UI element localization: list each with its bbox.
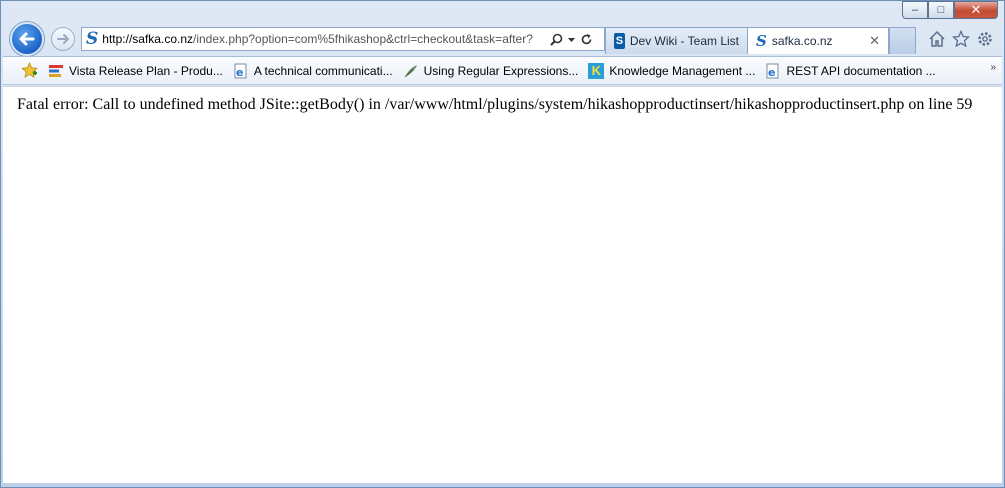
forward-arrow-icon [57,34,69,44]
site-favicon-icon: S [86,28,99,49]
minimize-button[interactable]: – [902,1,928,19]
favorite-label: Using Regular Expressions... [423,63,579,78]
tab-close-icon[interactable]: ✕ [869,33,880,49]
favorites-bar: Vista Release Plan - Produ... e A techni… [3,56,1002,85]
add-to-favorites-icon[interactable] [21,62,38,79]
home-icon[interactable] [928,30,946,48]
favorite-regular-expressions[interactable]: Using Regular Expressions... [403,63,579,79]
address-url[interactable]: http://safka.co.nz/index.php?option=com%… [102,32,546,46]
title-bar: – □ ✕ [1,1,1004,23]
tab-label: safka.co.nz [771,34,833,48]
tab-strip: S Dev Wiki - Team List S safka.co.nz ✕ [605,27,916,55]
navigation-bar: S http://safka.co.nz/index.php?option=co… [1,21,1004,56]
project-icon [48,63,64,79]
favorites-overflow-icon[interactable]: » [990,62,996,73]
page-content: Fatal error: Call to undefined method JS… [3,86,1002,483]
browser-window: – □ ✕ S http://safka.co.nz/index.php?opt… [0,0,1005,488]
close-button[interactable]: ✕ [954,1,998,19]
refresh-icon[interactable] [580,33,593,46]
favorite-technical-communication[interactable]: e A technical communicati... [233,63,393,79]
ie-page-icon: e [233,63,249,79]
favorite-label: REST API documentation ... [786,63,936,78]
k-icon: K [588,62,605,79]
search-icon[interactable] [550,33,563,46]
favorites-star-icon[interactable] [952,30,970,48]
ie-page-icon: e [765,63,781,79]
favorite-vista-release-plan[interactable]: Vista Release Plan - Produ... [48,63,223,79]
back-button[interactable] [10,22,44,56]
sharepoint-icon: S [614,33,625,49]
favorite-label: Knowledge Management ... [609,63,756,78]
tab-label: Dev Wiki - Team List [629,34,739,48]
favorite-rest-api-documentation[interactable]: e REST API documentation ... [765,63,936,79]
url-path: /index.php?option=com%5fhikashop&ctrl=ch… [193,32,533,46]
dropdown-arrow-icon[interactable] [567,35,576,44]
browser-toolbar-icons [928,30,994,48]
forward-button[interactable] [51,27,75,51]
feather-icon [403,63,419,79]
tab-title-group: S safka.co.nz [756,31,833,50]
svg-text:e: e [236,66,243,79]
window-controls: – □ ✕ [902,1,998,19]
address-bar[interactable]: S http://safka.co.nz/index.php?option=co… [81,27,605,51]
tab-safka[interactable]: S safka.co.nz ✕ [747,27,889,54]
site-s-icon: S [756,31,767,50]
back-arrow-icon [19,32,35,46]
maximize-button[interactable]: □ [928,1,954,19]
url-host: http://safka.co.nz [102,32,193,46]
favorite-label: A technical communicati... [253,63,393,78]
tab-dev-wiki[interactable]: S Dev Wiki - Team List [605,27,748,54]
svg-text:e: e [768,66,775,79]
favorite-label: Vista Release Plan - Produ... [69,63,223,78]
favorite-knowledge-management[interactable]: K Knowledge Management ... [588,62,756,79]
gear-icon[interactable] [976,30,994,48]
fatal-error-message: Fatal error: Call to undefined method JS… [17,96,973,113]
address-bar-actions [550,33,593,46]
new-tab-button[interactable] [889,27,916,54]
